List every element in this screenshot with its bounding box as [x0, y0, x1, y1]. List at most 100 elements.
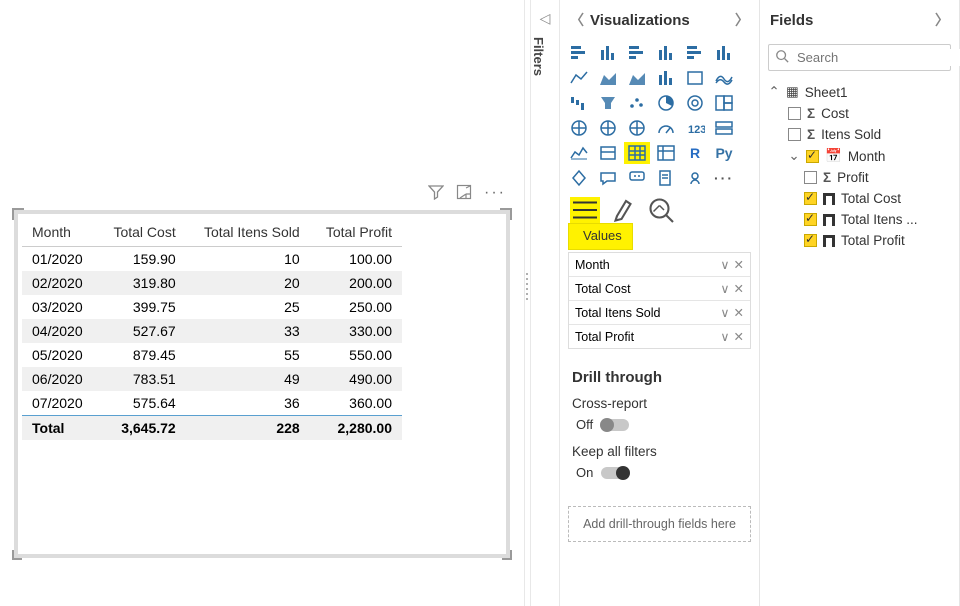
value-well[interactable]: Total Cost ∨ ✕ [569, 277, 750, 301]
col-header[interactable]: Total Cost [98, 218, 186, 247]
format-tab[interactable] [608, 197, 638, 223]
viz-donut-icon[interactable] [682, 92, 708, 114]
values-field-wells[interactable]: Month ∨ ✕Total Cost ∨ ✕Total Itens Sold … [568, 252, 751, 349]
table-visual[interactable]: ··· Month Total Cost Total Itens Sold To… [14, 210, 510, 558]
table-row[interactable]: 01/2020159.9010100.00 [22, 247, 402, 272]
report-canvas[interactable]: ··· Month Total Cost Total Itens Sold To… [0, 0, 524, 606]
table-row[interactable]: 02/2020319.8020200.00 [22, 271, 402, 295]
field-checkbox[interactable] [804, 234, 817, 247]
collapse-icon[interactable]: ⌃ [768, 84, 780, 100]
visual-toolbar: ··· [428, 184, 506, 205]
viz-100-column-icon[interactable] [711, 42, 737, 64]
col-header[interactable]: Month [22, 218, 98, 247]
table-row[interactable]: 04/2020527.6733330.00 [22, 319, 402, 343]
viz-ai-icon[interactable] [682, 167, 708, 189]
viz-line-column-icon[interactable] [653, 67, 679, 89]
field-item[interactable]: Σ Profit [766, 167, 953, 188]
cross-report-toggle[interactable] [601, 419, 629, 431]
table-row[interactable]: 07/2020575.6436360.00 [22, 391, 402, 416]
focus-mode-icon[interactable] [456, 184, 472, 205]
collapse-viz-icon[interactable]: 〈 [570, 10, 584, 30]
remove-field-icon[interactable]: ✕ [734, 305, 744, 320]
cross-report-state: Off [576, 417, 593, 432]
field-item[interactable]: Σ Cost [766, 103, 953, 124]
col-header[interactable]: Total Itens Sold [186, 218, 310, 247]
analytics-tab[interactable] [646, 197, 676, 223]
viz-slicer-icon[interactable] [595, 142, 621, 164]
fields-search[interactable] [768, 44, 951, 71]
viz-map-icon[interactable] [566, 117, 592, 139]
viz-line-icon[interactable] [566, 67, 592, 89]
viz-clustered-column-icon[interactable] [653, 42, 679, 64]
viz-waterfall-icon[interactable] [566, 92, 592, 114]
chevron-down-icon[interactable]: ∨ [720, 329, 729, 344]
remove-field-icon[interactable]: ✕ [734, 329, 744, 344]
expand-filters-icon[interactable]: ◁ [531, 10, 559, 27]
field-item[interactable]: Total Profit [766, 230, 953, 251]
field-item[interactable]: Σ Itens Sold [766, 124, 953, 145]
table-row[interactable]: 03/2020399.7525250.00 [22, 295, 402, 319]
viz-power-apps-icon[interactable] [566, 167, 592, 189]
field-checkbox[interactable] [788, 128, 801, 141]
field-item[interactable]: Total Itens ... [766, 209, 953, 230]
viz-qna-icon[interactable] [595, 167, 621, 189]
viz-stacked-area-icon[interactable] [624, 67, 650, 89]
fields-tab[interactable] [570, 197, 600, 223]
filters-pane-collapsed[interactable]: ◁ Filters [530, 0, 560, 606]
field-checkbox[interactable] [788, 107, 801, 120]
viz-gauge-icon[interactable] [653, 117, 679, 139]
viz-kpi-icon[interactable] [566, 142, 592, 164]
chevron-down-icon[interactable]: ∨ [720, 305, 729, 320]
field-item[interactable]: ⌄ 📅 Month [766, 145, 953, 167]
viz-100-bar-icon[interactable] [682, 42, 708, 64]
viz-table-icon[interactable] [624, 142, 650, 164]
viz-r-script-icon[interactable]: R [682, 142, 708, 164]
col-header[interactable]: Total Profit [310, 218, 402, 247]
more-options-icon[interactable]: ··· [484, 184, 506, 205]
remove-field-icon[interactable]: ✕ [734, 281, 744, 296]
viz-ribbon-icon[interactable] [711, 67, 737, 89]
viz-funnel-icon[interactable] [595, 92, 621, 114]
expand-icon[interactable]: ⌄ [788, 148, 800, 164]
viz-multi-card-icon[interactable] [711, 117, 737, 139]
field-checkbox[interactable] [806, 150, 819, 163]
viz-paginated-icon[interactable] [653, 167, 679, 189]
viz-clustered-bar-icon[interactable] [624, 42, 650, 64]
viz-stacked-column-icon[interactable] [595, 42, 621, 64]
pane-splitter[interactable] [524, 0, 530, 606]
field-checkbox[interactable] [804, 192, 817, 205]
viz-filled-map-icon[interactable] [595, 117, 621, 139]
table-node[interactable]: ⌃ ▦ Sheet1 [766, 81, 953, 103]
field-checkbox[interactable] [804, 213, 817, 226]
viz-scatter-icon[interactable] [624, 92, 650, 114]
remove-field-icon[interactable]: ✕ [734, 257, 744, 272]
search-input[interactable] [795, 49, 960, 66]
chevron-down-icon[interactable]: ∨ [720, 257, 729, 272]
viz-more-icon[interactable]: ··· [711, 167, 737, 189]
table-row[interactable]: 06/2020783.5149490.00 [22, 367, 402, 391]
viz-py-script-icon[interactable]: Py [711, 142, 737, 164]
chevron-down-icon[interactable]: ∨ [720, 281, 729, 296]
viz-kva-icon[interactable] [624, 167, 650, 189]
field-checkbox[interactable] [804, 171, 817, 184]
expand-viz-icon[interactable]: 〉 [735, 10, 749, 30]
value-well[interactable]: Month ∨ ✕ [569, 253, 750, 277]
filter-icon[interactable] [428, 184, 444, 205]
value-well[interactable]: Total Itens Sold ∨ ✕ [569, 301, 750, 325]
viz-card-icon[interactable]: 123 [682, 117, 708, 139]
search-icon [775, 49, 789, 66]
expand-fields-icon[interactable]: 〉 [935, 10, 949, 30]
field-item[interactable]: Total Cost [766, 188, 953, 209]
viz-stacked-bar-icon[interactable] [566, 42, 592, 64]
viz-area-icon[interactable] [595, 67, 621, 89]
keep-filters-toggle[interactable] [601, 467, 629, 479]
table-row[interactable]: 05/2020879.4555550.00 [22, 343, 402, 367]
drill-through-dropzone[interactable]: Add drill-through fields here [568, 506, 751, 542]
viz-line-clustered-icon[interactable] [682, 67, 708, 89]
viz-treemap-icon[interactable] [711, 92, 737, 114]
viz-shape-map-icon[interactable] [624, 117, 650, 139]
value-well[interactable]: Total Profit ∨ ✕ [569, 325, 750, 348]
viz-pie-icon[interactable] [653, 92, 679, 114]
field-label: Cost [821, 106, 849, 121]
viz-matrix-icon[interactable] [653, 142, 679, 164]
